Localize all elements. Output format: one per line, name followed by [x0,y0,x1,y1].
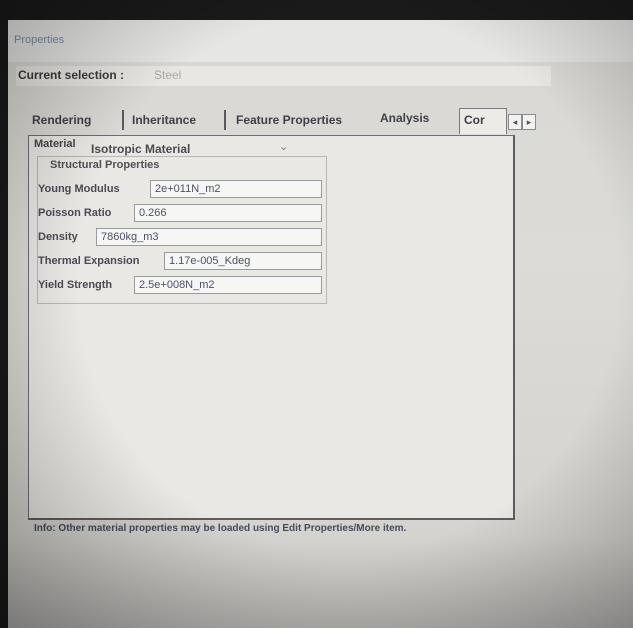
yield-strength-row: Yield Strength 2.5e+008N_m2 [38,275,326,297]
material-select[interactable]: Isotropic Material [91,142,190,156]
poisson-ratio-row: Poisson Ratio 0.266 [38,203,326,225]
structural-properties-group: Structural Properties Young Modulus 2e+0… [37,156,327,304]
thermal-expansion-row: Thermal Expansion 1.17e-005_Kdeg [38,251,326,273]
window-title: Properties [14,34,65,46]
tab-feature-properties[interactable]: Feature Properties [236,113,342,127]
analysis-panel: Material Isotropic Material ⌄ Structural… [28,135,515,520]
density-field[interactable]: 7860kg_m3 [96,228,322,246]
tab-analysis[interactable]: Analysis [380,111,429,125]
poisson-ratio-field[interactable]: 0.266 [134,204,322,222]
screen: Properties Current selection : Steel Ren… [8,20,633,628]
young-modulus-row: Young Modulus 2e+011N_m2 [38,179,326,201]
density-row: Density 7860kg_m3 [38,227,326,249]
thermal-expansion-label: Thermal Expansion [38,255,140,267]
young-modulus-label: Young Modulus [38,183,120,195]
tab-scroll-right-icon[interactable]: ▸ [522,114,536,130]
tab-strip: Rendering Inheritance Feature Properties… [28,108,538,136]
thermal-expansion-field[interactable]: 1.17e-005_Kdeg [164,252,322,270]
yield-strength-label: Yield Strength [38,279,113,291]
current-selection-row: Current selection : Steel [16,66,551,86]
info-text: Info: Other material properties may be l… [34,523,407,534]
material-label: Material [34,138,76,150]
poisson-ratio-label: Poisson Ratio [38,207,112,219]
current-selection-label: Current selection : [18,68,125,82]
density-label: Density [38,231,78,243]
current-selection-value: Steel [154,68,182,82]
tab-inheritance[interactable]: Inheritance [132,113,196,127]
young-modulus-field[interactable]: 2e+011N_m2 [150,180,322,198]
yield-strength-field[interactable]: 2.5e+008N_m2 [134,276,322,294]
group-title: Structural Properties [50,159,160,171]
tab-scroll-left-icon[interactable]: ◂ [508,114,522,130]
tab-separator [122,110,124,130]
tab-separator [224,110,226,130]
chevron-down-icon[interactable]: ⌄ [279,140,288,153]
tab-rendering[interactable]: Rendering [32,113,91,127]
tab-cor[interactable]: Cor [459,108,507,134]
title-bar: Properties [8,20,633,62]
